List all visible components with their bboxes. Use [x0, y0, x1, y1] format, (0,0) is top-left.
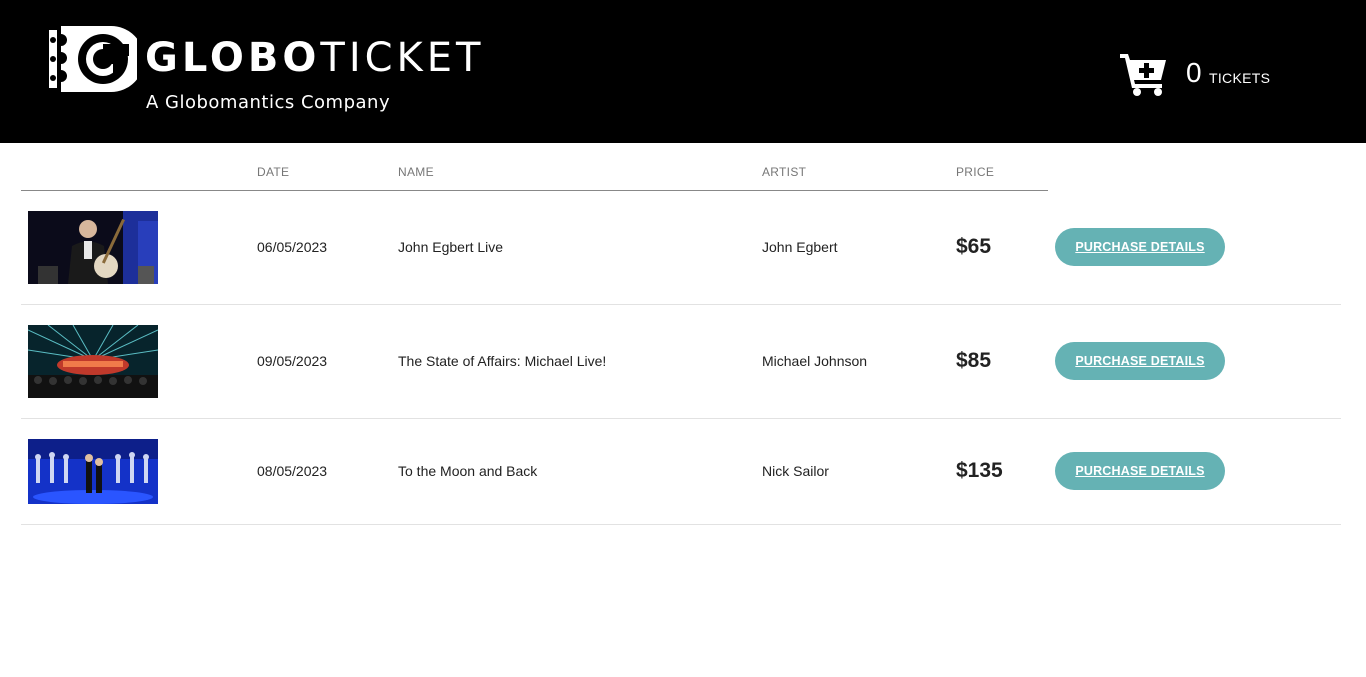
event-name: John Egbert Live	[398, 239, 504, 255]
table-row: 08/05/2023 To the Moon and Back Nick Sai…	[21, 419, 1341, 525]
event-price: $85	[956, 349, 992, 372]
brand-tagline: A Globomantics Company	[146, 92, 391, 113]
event-price: $135	[956, 459, 1003, 482]
event-image[interactable]	[28, 439, 158, 504]
event-artist: Michael Johnson	[762, 353, 868, 369]
purchase-details-button[interactable]: PURCHASE DETAILS	[1055, 228, 1225, 266]
brand-wordmark: GLOBOTICKET	[145, 34, 485, 82]
cart-count: 0	[1186, 57, 1202, 88]
event-image[interactable]	[28, 325, 158, 398]
cart-widget[interactable]: 0 TICKETS	[1120, 50, 1290, 96]
header-artist: ARTIST	[762, 165, 807, 179]
event-date: 06/05/2023	[257, 239, 328, 255]
dancers-on-stage-photo	[28, 439, 158, 504]
concert-stage-lights-photo	[28, 325, 158, 398]
concert-banjo-player-photo	[28, 211, 158, 284]
header-price: PRICE	[956, 165, 995, 179]
table-row: 09/05/2023 The State of Affairs: Michael…	[21, 305, 1341, 419]
globoticket-logo[interactable]: GLOBOTICKET A Globomantics Company	[47, 22, 480, 122]
cart-label: TICKETS	[1209, 70, 1271, 86]
event-name: The State of Affairs: Michael Live!	[398, 353, 607, 369]
event-name: To the Moon and Back	[398, 463, 538, 479]
header-date: DATE	[257, 165, 290, 179]
cart-plus-icon	[1120, 54, 1166, 96]
event-artist: Nick Sailor	[762, 463, 829, 479]
event-date: 08/05/2023	[257, 463, 328, 479]
purchase-details-button[interactable]: PURCHASE DETAILS	[1055, 342, 1225, 380]
event-date: 09/05/2023	[257, 353, 328, 369]
purchase-details-button[interactable]: PURCHASE DETAILS	[1055, 452, 1225, 490]
event-image[interactable]	[28, 211, 158, 284]
ticket-g-logo-icon	[49, 26, 137, 92]
table-row: 06/05/2023 John Egbert Live John Egbert …	[21, 191, 1341, 305]
brand-bold: GLOBO	[145, 35, 321, 81]
brand-thin: TICKET	[320, 35, 485, 81]
event-artist: John Egbert	[762, 239, 838, 255]
header-name: NAME	[398, 165, 434, 179]
table-header: DATE NAME ARTIST PRICE	[21, 160, 1048, 191]
site-header: GLOBOTICKET A Globomantics Company 0 TIC…	[0, 0, 1366, 143]
event-price: $65	[956, 235, 992, 258]
